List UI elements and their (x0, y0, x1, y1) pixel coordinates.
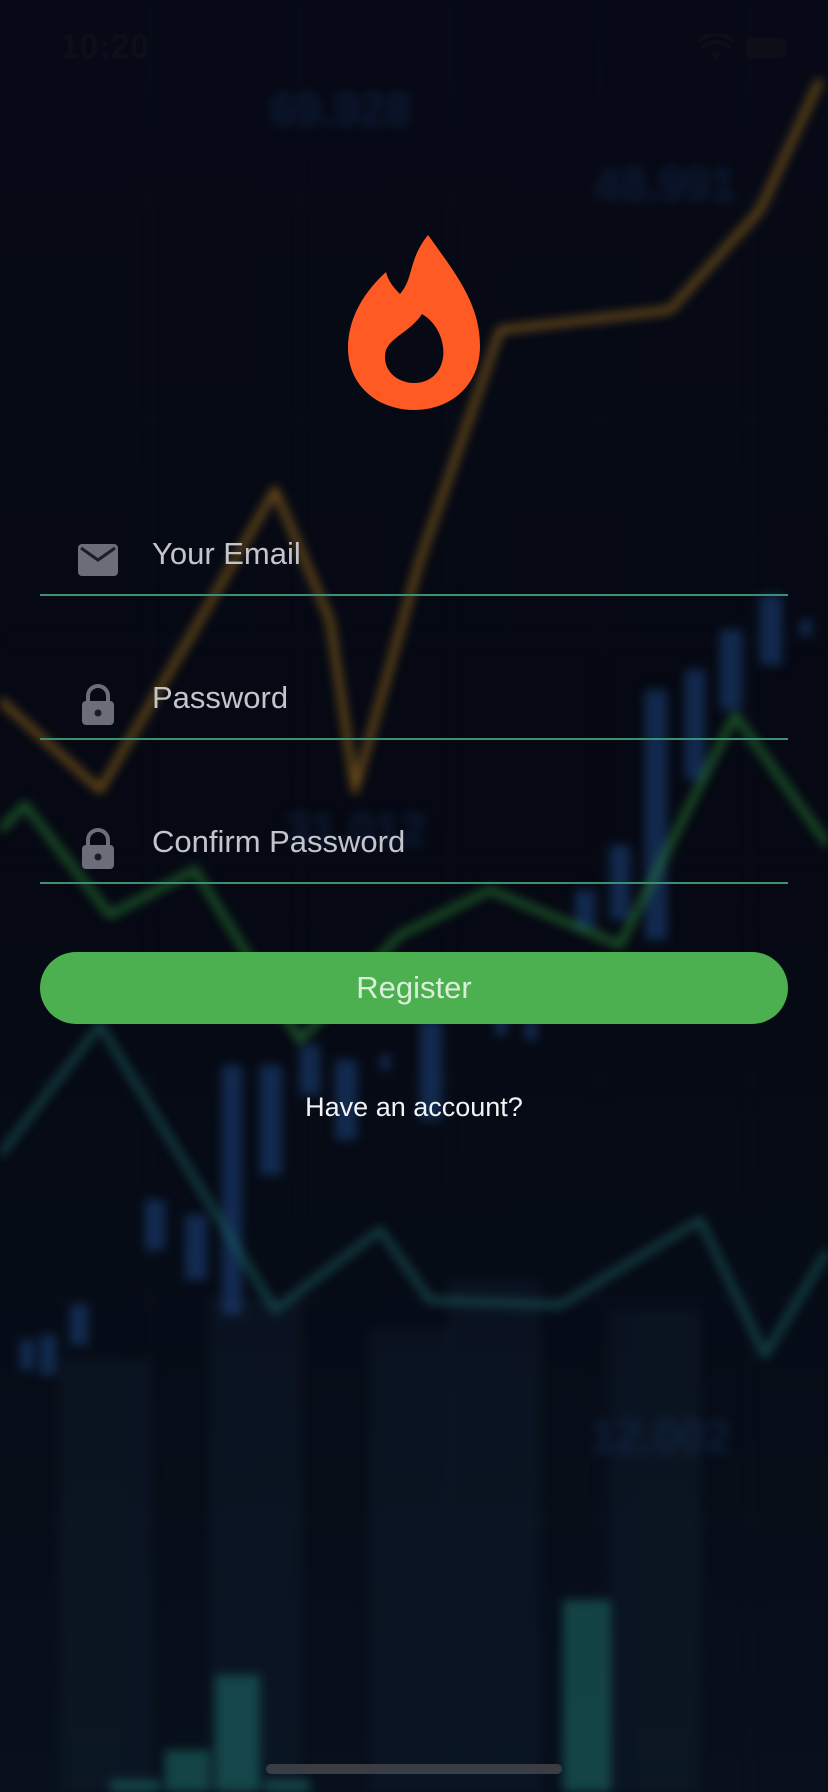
mail-icon (78, 544, 118, 576)
confirm-password-input[interactable] (152, 812, 752, 872)
register-button[interactable]: Register (40, 952, 788, 1024)
battery-icon (746, 38, 786, 58)
flame-icon (348, 235, 480, 410)
lock-icon (82, 684, 114, 725)
email-field (40, 502, 788, 596)
confirm-password-field (40, 790, 788, 884)
email-input[interactable] (152, 524, 752, 584)
lock-icon (82, 828, 114, 869)
bg-number-2: 48.991 (595, 158, 736, 210)
home-indicator (266, 1764, 562, 1774)
password-input[interactable] (152, 668, 752, 728)
register-screen: 69.928 48.991 31.012 12.002 10:20 Your E… (0, 0, 828, 1792)
bg-number-4: 12.002 (590, 1410, 731, 1462)
wifi-icon (698, 34, 734, 60)
password-field (40, 646, 788, 740)
have-account-link[interactable]: Have an account? (0, 1092, 828, 1123)
status-time: 10:20 (60, 28, 150, 66)
status-bar: 10:20 (0, 0, 828, 100)
